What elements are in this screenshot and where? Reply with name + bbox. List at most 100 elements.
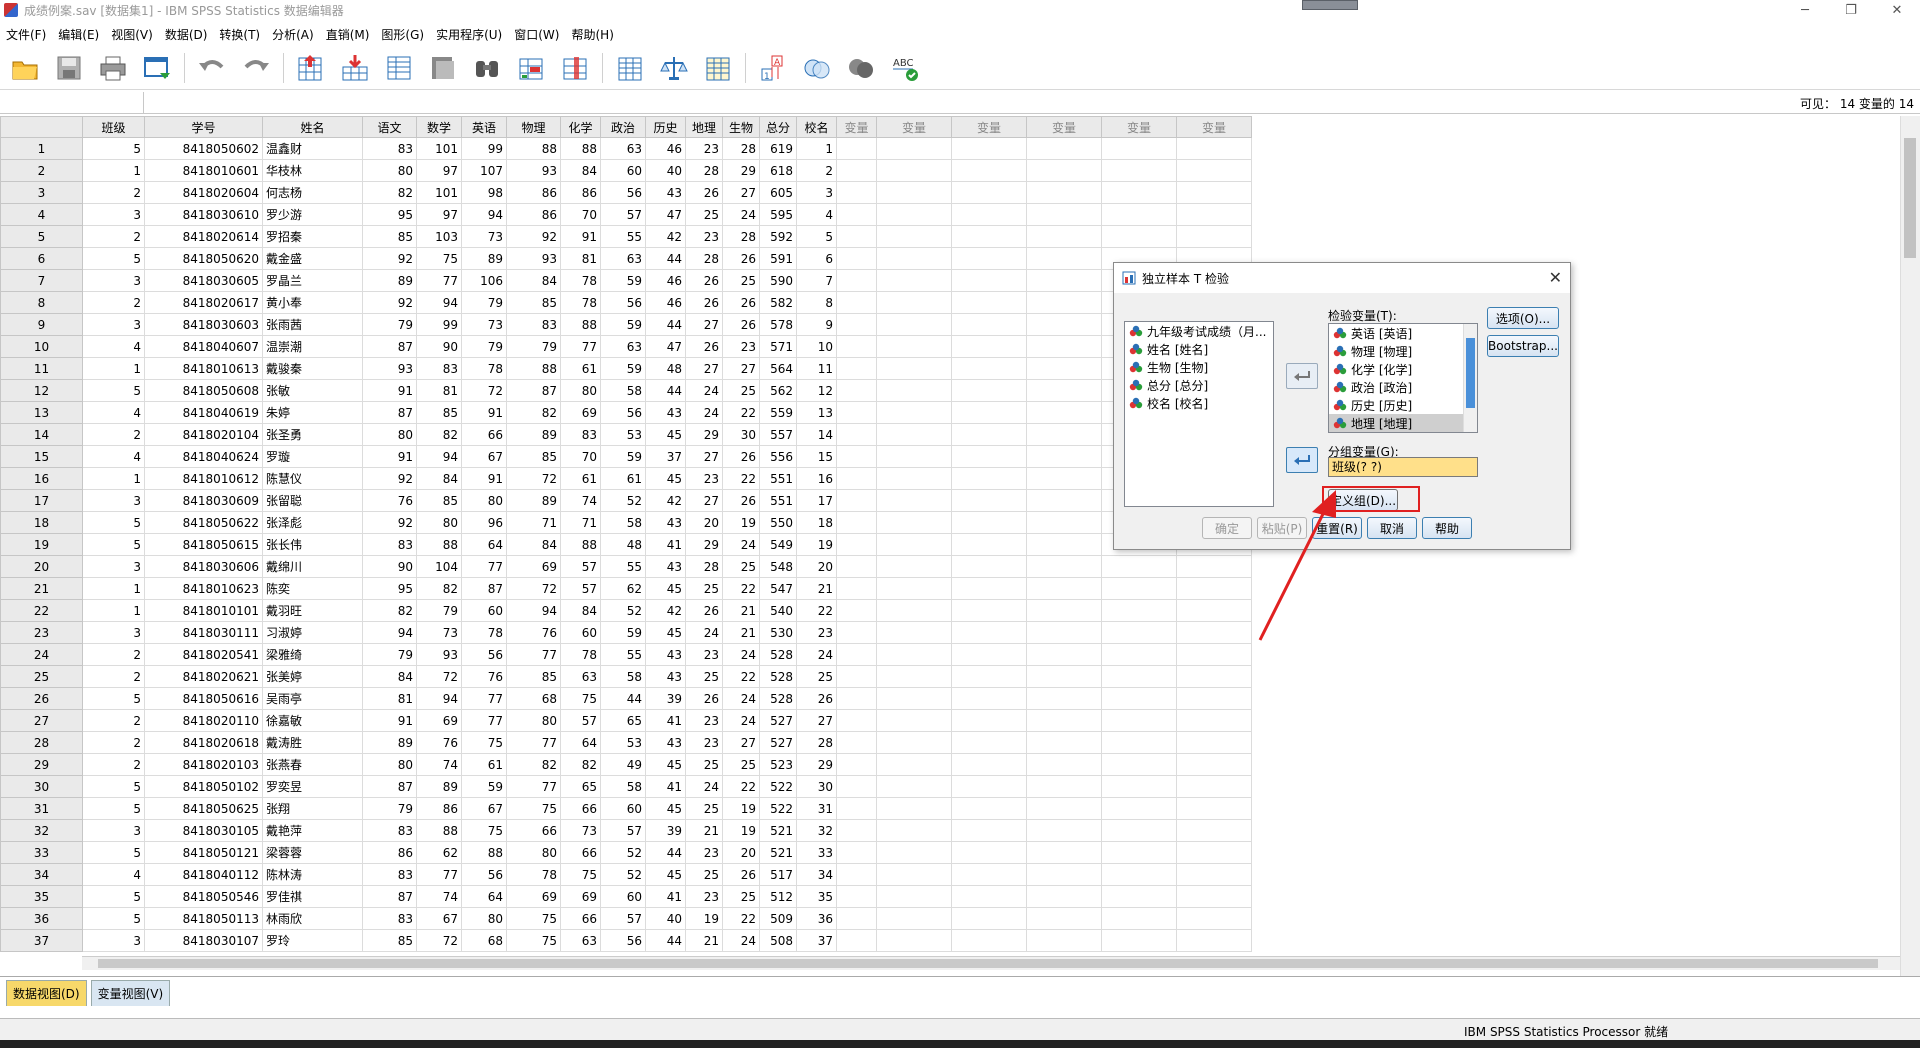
data-cell[interactable]: 93 bbox=[416, 643, 462, 666]
data-cell[interactable]: 39 bbox=[645, 819, 686, 842]
data-cell[interactable]: 77 bbox=[506, 643, 561, 666]
data-cell[interactable]: 75 bbox=[506, 797, 561, 820]
data-cell[interactable]: 85 bbox=[362, 929, 417, 952]
empty-cell[interactable] bbox=[1176, 863, 1252, 886]
data-cell[interactable]: 25 bbox=[722, 269, 760, 292]
data-cell[interactable]: 22 bbox=[722, 775, 760, 798]
data-cell[interactable]: 5 bbox=[82, 885, 145, 908]
empty-cell[interactable] bbox=[1176, 181, 1252, 204]
dialog-title-bar[interactable]: 独立样本 T 检验 bbox=[1114, 263, 1570, 293]
empty-cell[interactable] bbox=[1026, 181, 1102, 204]
empty-cell[interactable] bbox=[876, 137, 952, 160]
data-cell[interactable]: 60 bbox=[461, 599, 507, 622]
empty-cell[interactable] bbox=[876, 929, 952, 952]
data-cell[interactable]: 61 bbox=[600, 467, 646, 490]
data-cell[interactable]: 46 bbox=[645, 269, 686, 292]
data-cell[interactable]: 82 bbox=[416, 577, 462, 600]
test-list-scroll-thumb[interactable] bbox=[1466, 338, 1475, 408]
empty-cell[interactable] bbox=[836, 445, 877, 468]
empty-cell[interactable] bbox=[951, 687, 1027, 710]
data-cell[interactable]: 79 bbox=[362, 313, 417, 336]
data-cell[interactable]: 57 bbox=[560, 709, 601, 732]
data-cell[interactable]: 8418010612 bbox=[144, 467, 263, 490]
data-cell[interactable]: 43 bbox=[645, 731, 686, 754]
split-file-icon[interactable] bbox=[426, 51, 460, 85]
data-cell[interactable]: 43 bbox=[645, 665, 686, 688]
empty-variable-header[interactable]: 变量 bbox=[836, 116, 877, 138]
data-cell[interactable]: 87 bbox=[461, 577, 507, 600]
data-cell[interactable]: 77 bbox=[416, 863, 462, 886]
empty-cell[interactable] bbox=[951, 401, 1027, 424]
data-cell[interactable]: 25 bbox=[722, 753, 760, 776]
data-cell[interactable]: 32 bbox=[796, 819, 837, 842]
data-cell[interactable]: 30 bbox=[796, 775, 837, 798]
empty-cell[interactable] bbox=[876, 181, 952, 204]
empty-cell[interactable] bbox=[1101, 621, 1177, 644]
empty-cell[interactable] bbox=[876, 753, 952, 776]
empty-cell[interactable] bbox=[951, 819, 1027, 842]
menu-window[interactable]: 窗口(W) bbox=[512, 26, 569, 43]
data-cell[interactable]: 30 bbox=[722, 423, 760, 446]
row-number[interactable]: 15 bbox=[0, 445, 83, 468]
data-cell[interactable]: 89 bbox=[416, 775, 462, 798]
data-cell[interactable]: 76 bbox=[506, 621, 561, 644]
data-cell[interactable]: 19 bbox=[722, 797, 760, 820]
empty-cell[interactable] bbox=[1101, 159, 1177, 182]
row-number[interactable]: 12 bbox=[0, 379, 83, 402]
data-cell[interactable]: 8418040624 bbox=[144, 445, 263, 468]
column-header[interactable]: 班级 bbox=[82, 116, 145, 138]
empty-cell[interactable] bbox=[836, 511, 877, 534]
data-cell[interactable]: 512 bbox=[759, 885, 797, 908]
data-cell[interactable]: 52 bbox=[600, 489, 646, 512]
data-cell[interactable]: 70 bbox=[560, 203, 601, 226]
data-cell[interactable]: 74 bbox=[416, 885, 462, 908]
data-cell[interactable]: 85 bbox=[506, 445, 561, 468]
data-cell[interactable]: 87 bbox=[362, 775, 417, 798]
data-cell[interactable]: 89 bbox=[506, 489, 561, 512]
data-cell[interactable]: 84 bbox=[506, 533, 561, 556]
data-cell[interactable]: 83 bbox=[560, 423, 601, 446]
row-number[interactable]: 7 bbox=[0, 269, 83, 292]
data-cell[interactable]: 27 bbox=[796, 709, 837, 732]
data-cell[interactable]: 101 bbox=[416, 137, 462, 160]
empty-cell[interactable] bbox=[876, 797, 952, 820]
test-list-scrollbar[interactable] bbox=[1463, 324, 1477, 432]
data-cell[interactable]: 24 bbox=[796, 643, 837, 666]
data-cell[interactable]: 45 bbox=[645, 863, 686, 886]
data-cell[interactable]: 2 bbox=[82, 643, 145, 666]
empty-cell[interactable] bbox=[951, 797, 1027, 820]
data-cell[interactable]: 55 bbox=[600, 555, 646, 578]
empty-cell[interactable] bbox=[951, 621, 1027, 644]
data-cell[interactable]: 26 bbox=[685, 181, 723, 204]
data-cell[interactable]: 8418050113 bbox=[144, 907, 263, 930]
empty-cell[interactable] bbox=[836, 775, 877, 798]
empty-cell[interactable] bbox=[1101, 775, 1177, 798]
empty-cell[interactable] bbox=[951, 137, 1027, 160]
row-number[interactable]: 36 bbox=[0, 907, 83, 930]
data-cell[interactable]: 61 bbox=[461, 753, 507, 776]
data-cell[interactable]: 1 bbox=[82, 599, 145, 622]
data-cell[interactable]: 8418050102 bbox=[144, 775, 263, 798]
data-cell[interactable]: 吴雨亭 bbox=[262, 687, 363, 710]
data-cell[interactable]: 26 bbox=[685, 335, 723, 358]
data-cell[interactable]: 44 bbox=[645, 247, 686, 270]
data-cell[interactable]: 93 bbox=[362, 357, 417, 380]
data-cell[interactable]: 88 bbox=[461, 841, 507, 864]
data-cell[interactable]: 25 bbox=[685, 665, 723, 688]
data-cell[interactable]: 39 bbox=[645, 687, 686, 710]
empty-cell[interactable] bbox=[876, 731, 952, 754]
empty-cell[interactable] bbox=[1101, 709, 1177, 732]
empty-cell[interactable] bbox=[1176, 159, 1252, 182]
data-cell[interactable]: 81 bbox=[416, 379, 462, 402]
row-number[interactable]: 1 bbox=[0, 137, 83, 160]
empty-cell[interactable] bbox=[836, 665, 877, 688]
empty-cell[interactable] bbox=[836, 335, 877, 358]
data-cell[interactable]: 温鑫财 bbox=[262, 137, 363, 160]
data-cell[interactable]: 88 bbox=[560, 313, 601, 336]
display-sets-icon[interactable] bbox=[844, 51, 878, 85]
data-cell[interactable]: 522 bbox=[759, 797, 797, 820]
data-cell[interactable]: 69 bbox=[560, 885, 601, 908]
data-cell[interactable]: 605 bbox=[759, 181, 797, 204]
column-header[interactable]: 数学 bbox=[416, 116, 462, 138]
data-cell[interactable]: 52 bbox=[600, 599, 646, 622]
